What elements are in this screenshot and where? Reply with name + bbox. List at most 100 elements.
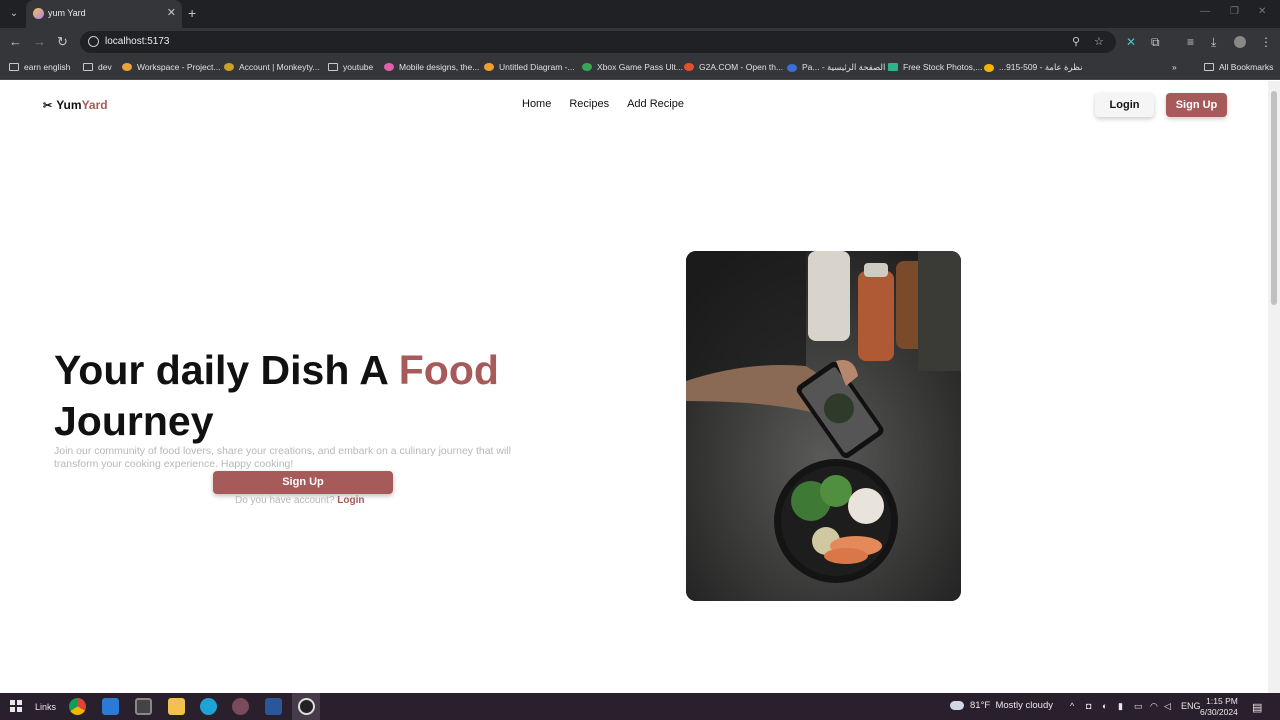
monkeytype-icon [224, 63, 234, 71]
obs-icon[interactable] [298, 698, 315, 715]
workspace-icon [122, 63, 132, 71]
scrollbar-thumb[interactable] [1271, 91, 1277, 305]
logo-text-main: Yum [56, 98, 82, 112]
bookmark-label: Free Stock Photos,... [903, 62, 983, 72]
login-button[interactable]: Login [1095, 93, 1154, 117]
hero-food-photo [686, 251, 961, 601]
bookmark-item[interactable]: Mobile designs, the... [384, 62, 479, 72]
tab-title: yum Yard [48, 8, 86, 18]
wifi-icon[interactable]: ◠ [1150, 701, 1158, 712]
restore-icon[interactable]: ❐ [1230, 6, 1239, 17]
new-tab-icon[interactable]: + [188, 5, 196, 21]
bookmark-item[interactable]: dev [83, 62, 112, 72]
microphone-icon[interactable]: ▮ [1118, 701, 1123, 712]
folder-icon [9, 63, 19, 71]
download-icon[interactable]: ⤓ [1211, 34, 1216, 50]
bookmark-item[interactable]: Free Stock Photos,... [888, 62, 982, 72]
bookmark-item[interactable]: Pa... - الصفحة الرئيسية [787, 62, 885, 73]
extensions-puzzle-icon[interactable]: ⧉ [1151, 34, 1160, 50]
windows-start-icon[interactable] [10, 700, 22, 712]
tray-chevron-icon[interactable]: ^ [1070, 701, 1074, 711]
bookmarks-bar: earn english dev Workspace - Project... … [0, 56, 1280, 80]
chrome-icon[interactable] [69, 698, 86, 715]
tray-app-icon[interactable]: ◐ [1102, 701, 1107, 711]
profile-avatar-icon[interactable] [1234, 36, 1246, 48]
google-ads-icon [984, 63, 994, 72]
drawio-icon [484, 63, 494, 71]
volume-icon[interactable]: ◁ [1164, 701, 1171, 712]
main-nav: Home Recipes Add Recipe [522, 98, 684, 110]
minimize-icon[interactable]: — [1200, 6, 1210, 17]
app-icon[interactable] [135, 698, 152, 715]
site-info-icon[interactable] [88, 36, 99, 47]
bookmark-label: Mobile designs, the... [399, 62, 480, 72]
bookmark-label: Untitled Diagram -... [499, 62, 575, 72]
bookmark-label: Xbox Game Pass Ult... [597, 62, 683, 72]
bookmark-item[interactable]: earn english [9, 62, 70, 72]
bookmark-item[interactable]: G2A.COM - Open th... [684, 62, 783, 72]
web-page: ✂ Yum Yard Home Recipes Add Recipe Login … [0, 81, 1268, 693]
back-icon[interactable]: ← [9, 34, 22, 50]
word-icon[interactable] [265, 698, 282, 715]
dribbble-icon [384, 63, 394, 71]
hero-title: Your daily Dish A Food Journey [54, 345, 554, 447]
xbox-icon [582, 63, 592, 71]
windows-taskbar: Links 81°F Mostly cloudy ^ ◘ ◐ ▮ ▭ ◠ ◁ E… [0, 693, 1280, 720]
page-scrollbar[interactable] [1268, 81, 1280, 693]
all-bookmarks[interactable]: All Bookmarks [1204, 62, 1273, 72]
arabic-site-icon [787, 63, 797, 72]
bookmark-label: Pa... - الصفحة الرئيسية [802, 62, 886, 72]
nav-add-recipe[interactable]: Add Recipe [627, 98, 684, 110]
zoom-icon[interactable]: ⚲ [1072, 35, 1080, 48]
bookmark-item[interactable]: Workspace - Project... [122, 62, 220, 72]
links-toolbar[interactable]: Links [35, 702, 56, 712]
close-window-icon[interactable]: ✕ [1258, 6, 1266, 17]
signup-button[interactable]: Sign Up [1166, 93, 1227, 117]
bookmark-label: Account | Monkeyty... [239, 62, 320, 72]
bookmark-item[interactable]: ...915-509 - نظرة عامة [984, 62, 1082, 73]
forward-icon[interactable]: → [33, 34, 46, 50]
address-bar[interactable]: localhost:5173 ⚲ ☆ [80, 31, 1116, 53]
more-bookmarks-icon[interactable]: » [1172, 62, 1177, 72]
more-menu-icon[interactable]: ⋮ [1260, 34, 1272, 50]
hero-title-part1: Your daily Dish A [54, 347, 399, 393]
cloud-icon [950, 701, 964, 710]
clock-time: 1:15 PM [1206, 696, 1238, 706]
site-favicon-icon [33, 8, 44, 19]
battery-icon[interactable]: ▭ [1134, 701, 1143, 712]
hero-login-link[interactable]: Login [337, 495, 364, 506]
site-logo[interactable]: ✂ Yum Yard [43, 98, 108, 112]
bookmark-item[interactable]: Account | Monkeyty... [224, 62, 319, 72]
hero-description: Join our community of food lovers, share… [54, 445, 511, 470]
notifications-icon[interactable]: ▤ [1252, 701, 1262, 714]
tray-app-icon[interactable]: ◘ [1086, 701, 1091, 711]
system-clock[interactable]: 1:15 PM 6/30/2024 [1200, 696, 1238, 718]
account-question: Do you have account? [235, 495, 338, 506]
browser-toolbar: ← → ↻ localhost:5173 ⚲ ☆ ✕ ⧉ ≡ ⤓ ⋮ [0, 28, 1280, 56]
pexels-icon [888, 63, 898, 71]
utensils-icon: ✂ [43, 99, 53, 112]
edge-icon[interactable] [200, 698, 217, 715]
folder-icon [83, 63, 93, 71]
file-explorer-icon[interactable] [168, 698, 185, 715]
reload-icon[interactable]: ↻ [57, 34, 68, 50]
hero-title-accent: Food [398, 347, 499, 393]
clock-date: 6/30/2024 [1200, 707, 1238, 717]
extension-icon[interactable]: ✕ [1126, 34, 1136, 50]
bookmark-item[interactable]: youtube [328, 62, 373, 72]
bookmark-item[interactable]: Untitled Diagram -... [484, 62, 575, 72]
weather-widget[interactable]: 81°F Mostly cloudy [950, 700, 1053, 711]
nav-home[interactable]: Home [522, 98, 551, 110]
vscode-icon[interactable] [102, 698, 119, 715]
bookmark-item[interactable]: Xbox Game Pass Ult... [582, 62, 683, 72]
tab-search-icon[interactable]: ⌄ [6, 6, 22, 22]
bookmark-star-icon[interactable]: ☆ [1094, 35, 1104, 48]
browser-tab[interactable]: yum Yard ✕ [26, 0, 182, 28]
hero-signup-button[interactable]: Sign Up [213, 471, 393, 494]
nav-recipes[interactable]: Recipes [569, 98, 609, 110]
app-icon[interactable] [232, 698, 249, 715]
browser-tab-bar: ⌄ yum Yard ✕ + — ❐ ✕ [0, 0, 1280, 28]
close-tab-icon[interactable]: ✕ [167, 6, 176, 20]
reading-list-icon[interactable]: ≡ [1187, 34, 1194, 50]
language-indicator[interactable]: ENG [1181, 701, 1201, 711]
